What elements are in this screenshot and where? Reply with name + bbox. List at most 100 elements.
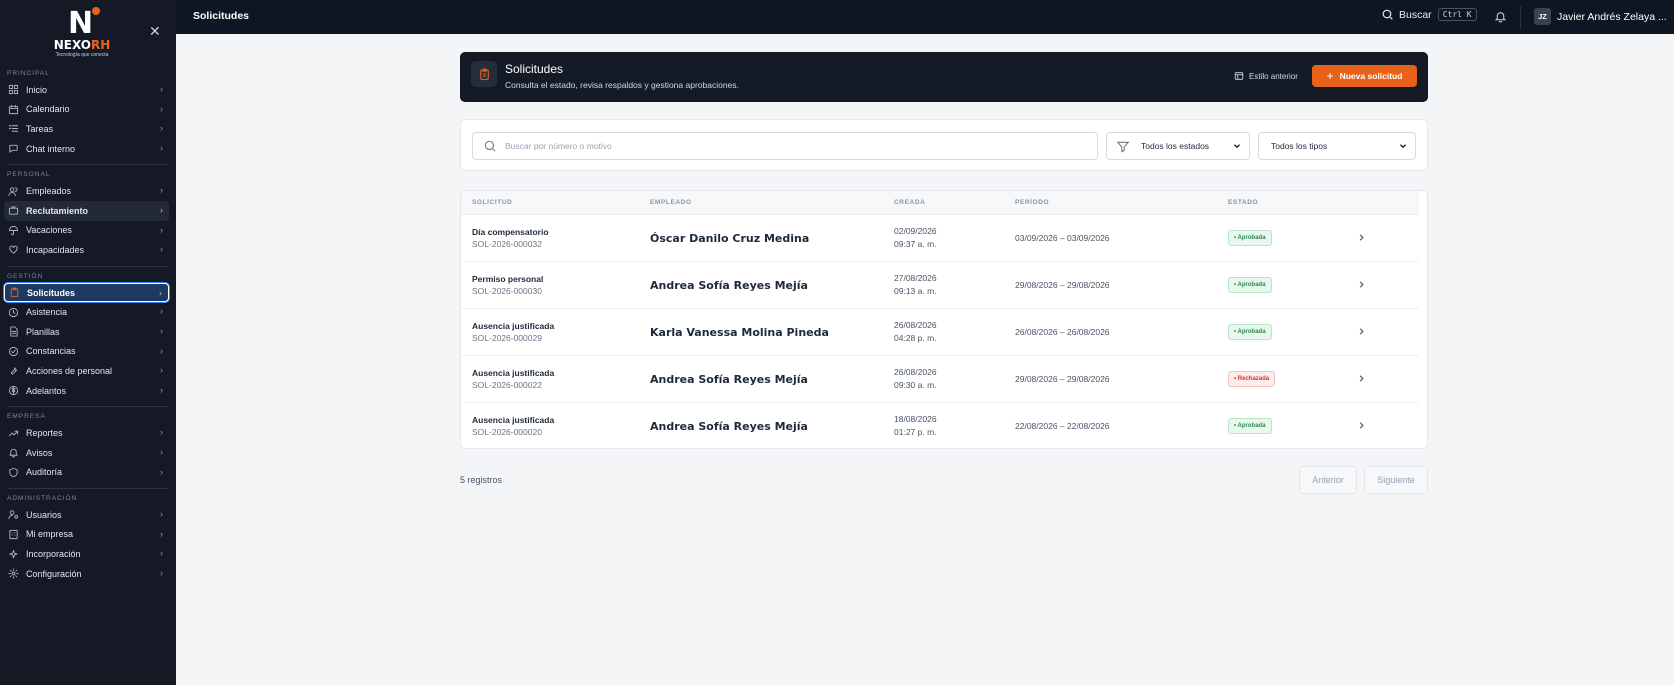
sidebar-item-planillas[interactable]: Planillas ›	[4, 322, 169, 342]
created-time: 04:28 p. m.	[894, 333, 937, 343]
table-row[interactable]: Ausencia justificada SOL-2026-000029 Karla…	[461, 309, 1419, 356]
sidebar-item-solicitudes[interactable]: Solicitudes ›	[4, 282, 169, 303]
sidebar-item-label: Chat interno	[26, 143, 76, 154]
sidebar-item-label: Reclutamiento	[26, 205, 89, 216]
chevron-right-icon[interactable]	[1356, 279, 1367, 290]
type-filter-value: Todos los tipos	[1271, 141, 1328, 151]
sidebar-item-adelantos[interactable]: Adelantos ›	[4, 381, 169, 401]
chat-icon	[8, 143, 19, 154]
filter-icon	[1116, 141, 1130, 153]
chevron-right-icon: ›	[160, 244, 163, 255]
sidebar-item-label: Configuración	[26, 568, 82, 579]
sidebar-divider	[7, 164, 169, 166]
chevron-down-icon	[1400, 144, 1406, 149]
search-label: Buscar	[1399, 8, 1432, 21]
logo-word: NEXORH	[53, 38, 111, 52]
sidebar-item-empleados[interactable]: Empleados ›	[4, 181, 169, 201]
sidebar-section-label: PERSONAL	[7, 171, 51, 179]
chevron-right-icon: ›	[160, 548, 163, 559]
old-style-button[interactable]: Estilo anterior	[1234, 71, 1298, 81]
table-row[interactable]: Ausencia justificada SOL-2026-000022 Andre…	[461, 356, 1419, 403]
sidebar-item-calendario[interactable]: Calendario ›	[4, 100, 169, 120]
sidebar-item-label: Auditoría	[26, 467, 63, 478]
sidebar-item-auditoria[interactable]: Auditoría ›	[4, 463, 169, 483]
table-row[interactable]: Ausencia justificada SOL-2026-000020 Andre…	[461, 403, 1419, 448]
chevron-right-icon: ›	[160, 427, 163, 438]
sidebar-item-label: Asistencia	[26, 307, 68, 318]
new-request-label: Nueva solicitud	[1339, 71, 1403, 81]
search-icon	[1382, 9, 1393, 20]
chevron-right-icon: ›	[160, 345, 163, 356]
table-row[interactable]: Día compensatorio SOL-2026-000032 Óscar Da…	[461, 215, 1419, 262]
status-filter-select[interactable]: Todos los estados	[1106, 132, 1250, 160]
chevron-right-icon: ›	[160, 567, 163, 578]
new-request-button[interactable]: + Nueva solicitud	[1312, 65, 1417, 87]
employee-name: Karla Vanessa Molina Pineda	[650, 326, 829, 339]
sidebar-item-label: Constancias	[26, 346, 76, 357]
dollar-icon	[8, 385, 19, 396]
search-field[interactable]	[472, 132, 1098, 160]
table-row[interactable]: Permiso personal SOL-2026-000030 Andrea So…	[461, 262, 1419, 309]
global-search-button[interactable]: Buscar Ctrl K	[1381, 8, 1477, 21]
prev-page-button[interactable]: Anterior	[1299, 466, 1357, 494]
sidebar-item-chat-interno[interactable]: Chat interno ›	[4, 139, 169, 159]
created-date: 27/08/2026	[894, 273, 937, 283]
sidebar-divider	[7, 265, 169, 267]
sidebar-item-incorporacion[interactable]: Incorporación ›	[4, 544, 169, 564]
user-menu[interactable]: JZ Javier Andrés Zelaya ...	[1534, 8, 1667, 25]
clipboard-icon	[471, 61, 497, 87]
bell-icon[interactable]	[1494, 10, 1507, 23]
created-time: 09:30 a. m.	[894, 380, 937, 390]
sidebar-item-incapacidades[interactable]: Incapacidades ›	[4, 240, 169, 260]
users-icon	[8, 186, 19, 197]
sidebar-divider	[7, 406, 169, 408]
request-type: Ausencia justificada	[472, 415, 555, 425]
header-title: Solicitudes	[505, 62, 564, 76]
chevron-right-icon: ›	[160, 204, 163, 215]
sidebar-item-label: Incorporación	[26, 549, 81, 560]
sidebar-item-mi-empresa[interactable]: Mi empresa ›	[4, 525, 169, 545]
sidebar-item-configuracion[interactable]: Configuración ›	[4, 564, 169, 584]
col-solicitud: SOLICITUD	[472, 199, 513, 206]
old-style-label: Estilo anterior	[1249, 71, 1298, 81]
sidebar-item-constancias[interactable]: Constancias ›	[4, 342, 169, 362]
chevron-right-icon: ›	[160, 365, 163, 376]
search-icon	[484, 140, 496, 152]
status-badge: • Aprobada	[1228, 324, 1272, 340]
sidebar-nav: PRINCIPAL Inicio › Calendario › Tareas › Chat i…	[0, 68, 176, 583]
created-time: 09:37 a. m.	[894, 239, 937, 249]
sidebar-item-tareas[interactable]: Tareas ›	[4, 119, 169, 139]
chevron-right-icon[interactable]	[1356, 373, 1367, 384]
close-icon[interactable]: ✕	[149, 24, 161, 38]
chevron-right-icon[interactable]	[1356, 232, 1367, 243]
sidebar-item-label: Reportes	[26, 428, 63, 439]
search-shortcut: Ctrl K	[1437, 8, 1477, 21]
sparkle-icon	[8, 549, 19, 560]
sidebar-item-usuarios[interactable]: Usuarios ›	[4, 505, 169, 525]
bell-icon	[8, 447, 19, 458]
sidebar-item-label: Avisos	[26, 447, 53, 458]
next-page-button[interactable]: Siguiente	[1364, 466, 1428, 494]
sidebar-item-avisos[interactable]: Avisos ›	[4, 443, 169, 463]
chevron-right-icon: ›	[160, 142, 163, 153]
type-filter-select[interactable]: Todos los tipos	[1258, 132, 1416, 160]
sidebar-item-inicio[interactable]: Inicio ›	[4, 80, 169, 100]
employee-name: Andrea Sofía Reyes Mejía	[650, 279, 808, 292]
search-input[interactable]	[505, 141, 1085, 151]
col-estado: ESTADO	[1228, 199, 1259, 206]
sidebar-item-reportes[interactable]: Reportes ›	[4, 423, 169, 443]
sidebar-item-acciones-de-personal[interactable]: Acciones de personal ›	[4, 361, 169, 381]
chevron-right-icon: ›	[160, 446, 163, 457]
status-filter-value: Todos los estados	[1141, 141, 1210, 151]
sidebar-item-vacaciones[interactable]: Vacaciones ›	[4, 221, 169, 241]
chevron-right-icon[interactable]	[1356, 420, 1367, 431]
requests-table: SOLICITUD EMPLEADO CREADA PERÍODO ESTADO…	[460, 190, 1428, 449]
chevron-right-icon: ›	[160, 185, 163, 196]
briefcase-icon	[8, 205, 19, 216]
chevron-right-icon[interactable]	[1356, 326, 1367, 337]
sidebar-item-asistencia[interactable]: Asistencia ›	[4, 302, 169, 322]
created-date: 26/08/2026	[894, 367, 937, 377]
col-empleado: EMPLEADO	[650, 199, 692, 206]
list-icon	[8, 123, 19, 134]
sidebar-item-reclutamiento[interactable]: Reclutamiento ›	[4, 200, 169, 221]
